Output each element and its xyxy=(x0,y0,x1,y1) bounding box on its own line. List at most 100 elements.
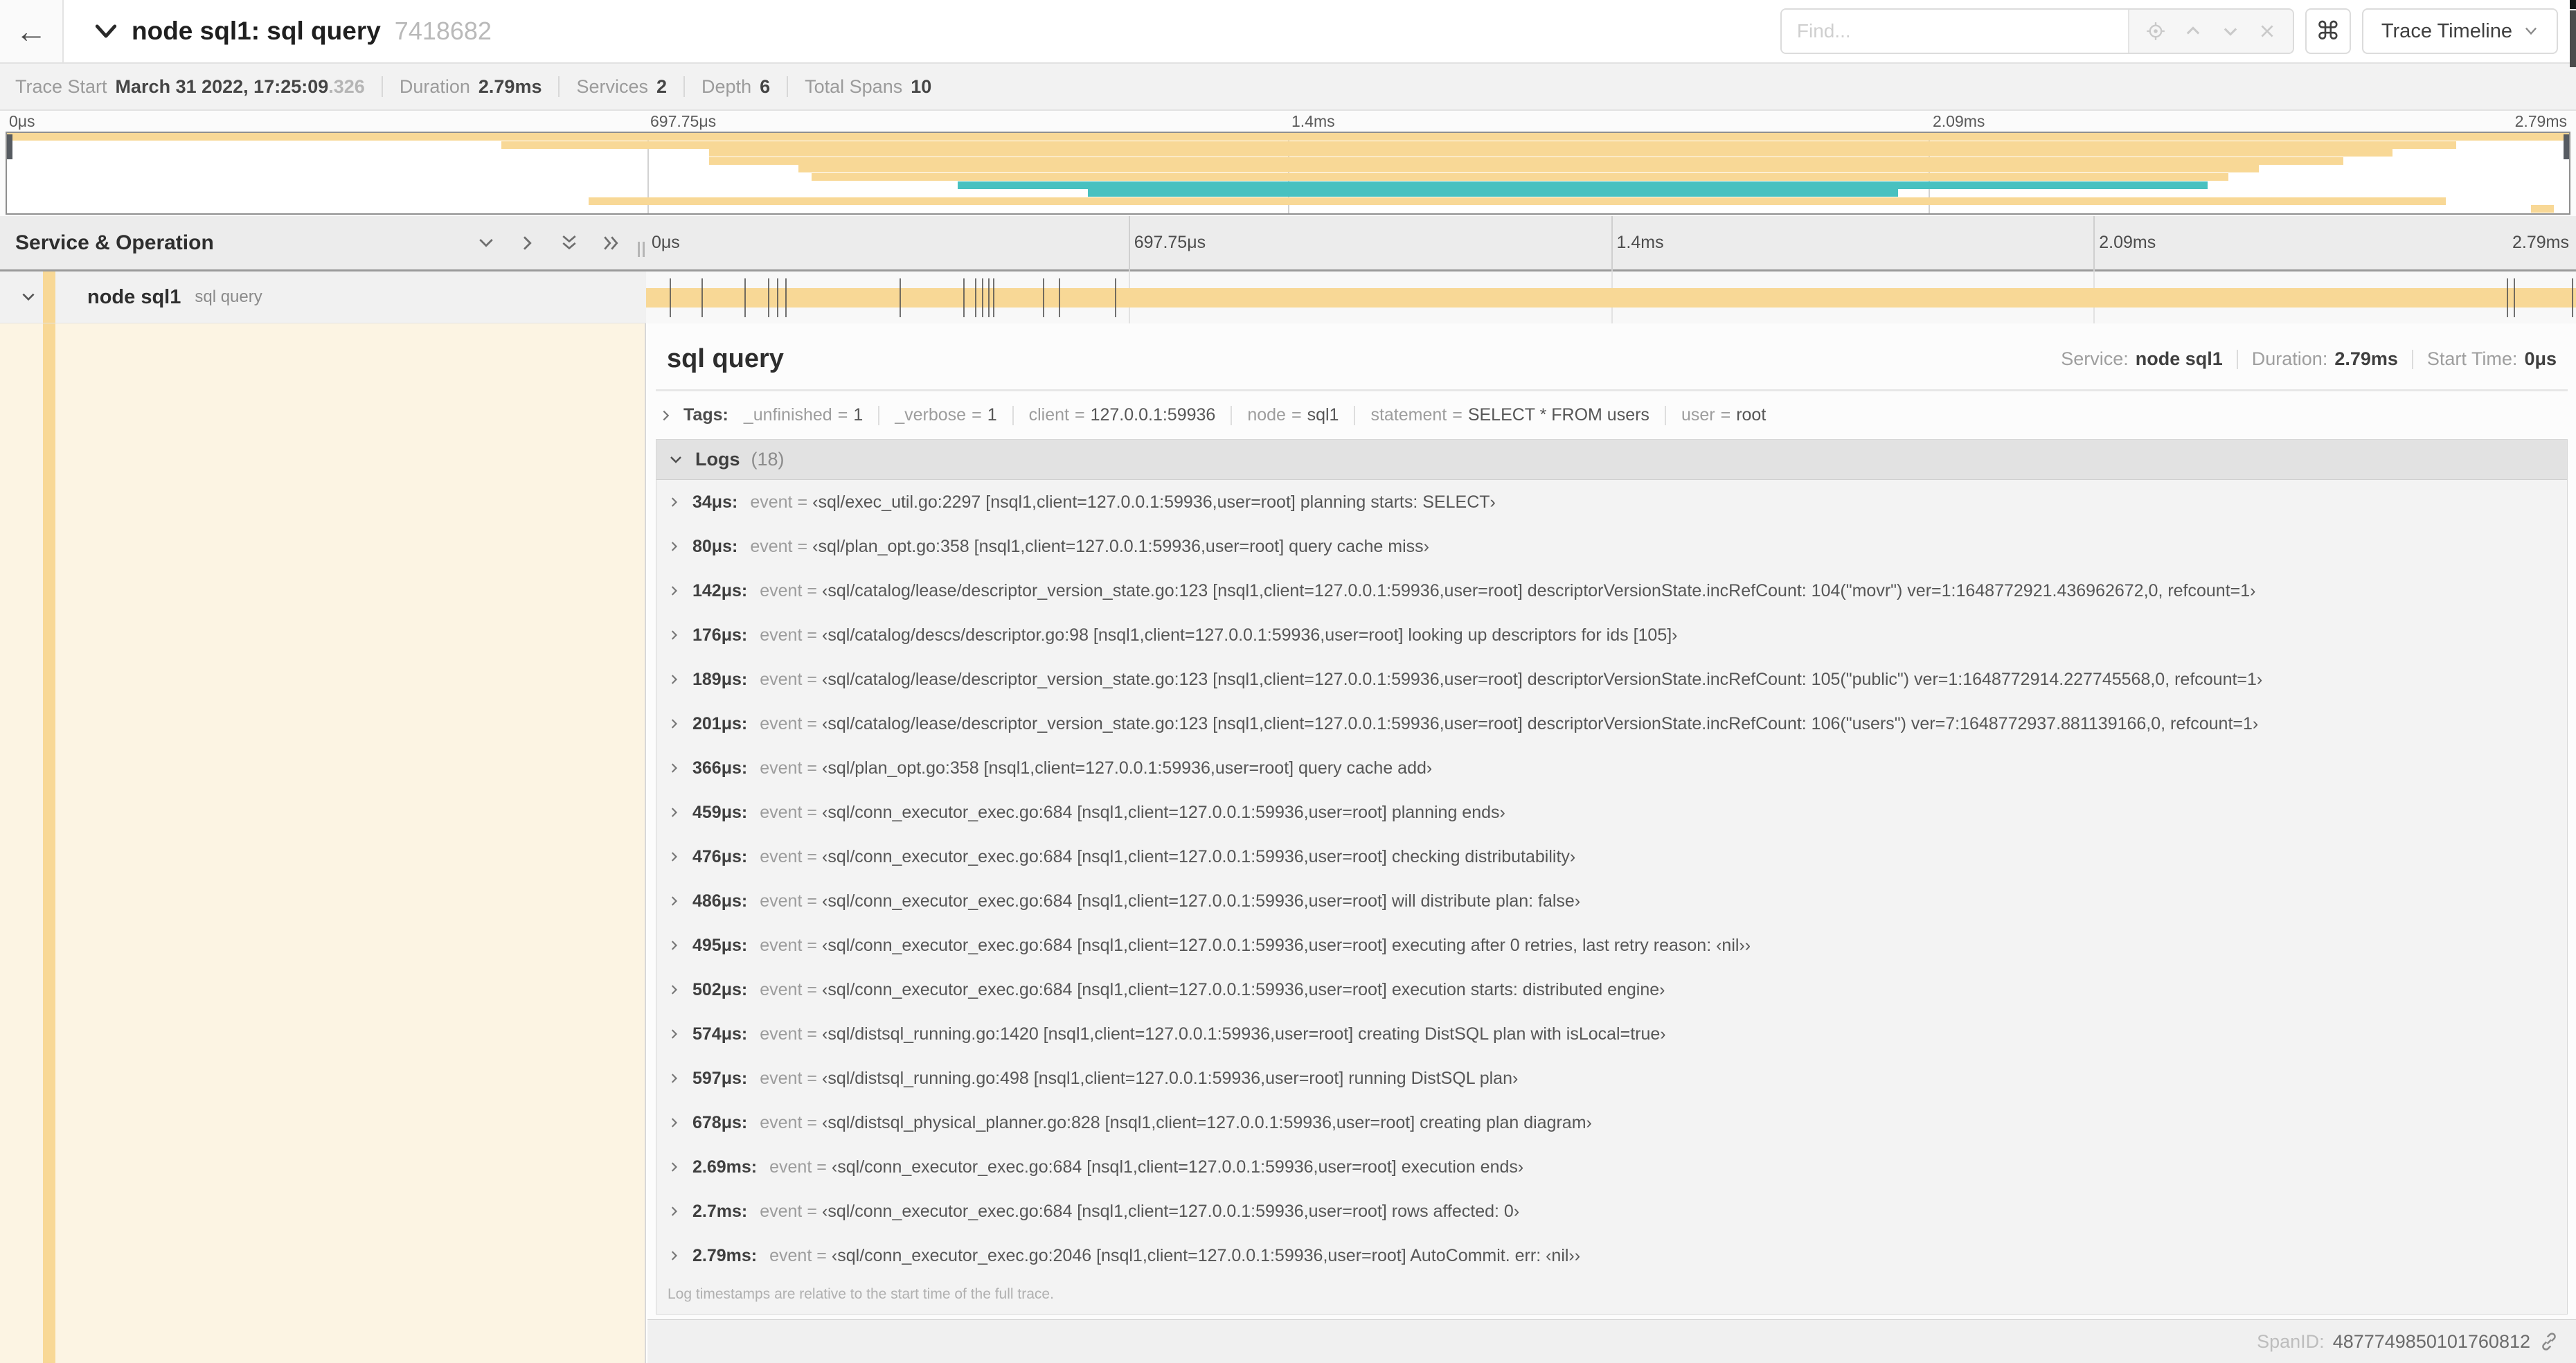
scrollbar-thumb[interactable] xyxy=(2570,10,2576,67)
log-row-chevron-icon[interactable] xyxy=(668,1027,681,1041)
log-equals: = xyxy=(797,536,808,556)
find-input[interactable] xyxy=(1781,10,2128,53)
span-collapse-chevron-icon[interactable] xyxy=(19,288,37,306)
tag-item[interactable]: user = root xyxy=(1681,405,1766,425)
log-field-key: event xyxy=(750,492,793,512)
log-row-chevron-icon[interactable] xyxy=(668,983,681,997)
column-resizer-grip[interactable] xyxy=(638,241,645,257)
log-row-chevron-icon[interactable] xyxy=(668,584,681,598)
log-row-chevron-icon[interactable] xyxy=(668,495,681,509)
log-message: ‹sql/conn_executor_exec.go:2046 [nsql1,c… xyxy=(831,1245,1581,1265)
view-range-right-handle[interactable] xyxy=(2564,134,2569,159)
focus-match-icon[interactable] xyxy=(2146,21,2165,41)
collapse-all-icon[interactable] xyxy=(559,233,580,253)
log-equals: = xyxy=(807,580,818,600)
log-timestamp: 495μs: xyxy=(692,935,748,955)
span-bar-cell[interactable] xyxy=(646,271,2576,323)
span-name-cell[interactable]: node sql1 sql query xyxy=(0,271,646,323)
log-message: ‹sql/catalog/lease/descriptor_version_st… xyxy=(822,713,2259,733)
minimap-span-bar xyxy=(811,173,2228,181)
minimap-canvas[interactable] xyxy=(6,132,2570,215)
log-row[interactable]: 678μs: event = ‹sql/distsql_physical_planne… xyxy=(656,1101,2567,1145)
keyboard-shortcuts-button[interactable]: ⌘ xyxy=(2305,8,2351,54)
log-row[interactable]: 201μs: event = ‹sql/catalog/lease/descripto… xyxy=(656,702,2567,746)
log-timestamp: 459μs: xyxy=(692,802,748,822)
summary-label: Depth xyxy=(701,75,752,97)
log-row[interactable]: 574μs: event = ‹sql/distsql_running.go:1420… xyxy=(656,1012,2567,1056)
log-row[interactable]: 189μs: event = ‹sql/catalog/lease/descripto… xyxy=(656,657,2567,702)
clear-search-icon[interactable] xyxy=(2258,22,2276,40)
tag-item[interactable]: _verbose = 1 xyxy=(895,405,996,425)
log-row[interactable]: 2.7ms: event = ‹sql/conn_executor_exec.go:6… xyxy=(656,1189,2567,1233)
log-row-chevron-icon[interactable] xyxy=(668,805,681,819)
trace-view-selector[interactable]: Trace Timeline xyxy=(2361,8,2558,54)
timeline-minimap[interactable]: 0μs 697.75μs 1.4ms 2.09ms 2.79ms xyxy=(0,111,2576,216)
prev-match-icon[interactable] xyxy=(2183,21,2203,41)
tag-item[interactable]: client = 127.0.0.1:59936 xyxy=(1029,405,1216,425)
log-message: ‹sql/distsql_running.go:498 [nsql1,clien… xyxy=(822,1068,1519,1088)
next-match-icon[interactable] xyxy=(2221,21,2240,41)
tag-item[interactable]: _unfinished = 1 xyxy=(744,405,863,425)
log-row-chevron-icon[interactable] xyxy=(668,1116,681,1130)
log-row[interactable]: 486μs: event = ‹sql/conn_executor_exec.go:6… xyxy=(656,879,2567,923)
log-row[interactable]: 142μs: event = ‹sql/catalog/lease/descripto… xyxy=(656,569,2567,613)
log-row[interactable]: 495μs: event = ‹sql/conn_executor_exec.go:6… xyxy=(656,923,2567,968)
tags-row[interactable]: Tags: _unfinished = 1 _verbose = 1 client = 127.… xyxy=(647,391,2576,436)
log-row[interactable]: 476μs: event = ‹sql/conn_executor_exec.go:6… xyxy=(656,835,2567,879)
log-row[interactable]: 366μs: event = ‹sql/plan_opt.go:358 [nsql1,… xyxy=(656,746,2567,790)
log-row[interactable]: 2.79ms: event = ‹sql/conn_executor_exec.go:… xyxy=(656,1233,2567,1278)
minimap-span-bar xyxy=(1088,189,1898,197)
page-scrollbar[interactable] xyxy=(2570,0,2576,1363)
collapse-trace-chevron-icon[interactable] xyxy=(94,22,118,40)
chevron-down-icon xyxy=(2523,26,2539,37)
minimap-tick-label: 2.79ms xyxy=(2514,112,2567,130)
logs-header[interactable]: Logs (18) xyxy=(656,440,2567,480)
minimap-tick-label: 1.4ms xyxy=(1291,112,1335,130)
log-row[interactable]: 597μs: event = ‹sql/distsql_running.go:498 … xyxy=(656,1056,2567,1101)
log-row-chevron-icon[interactable] xyxy=(668,1160,681,1174)
log-row-chevron-icon[interactable] xyxy=(668,938,681,952)
log-row[interactable]: 459μs: event = ‹sql/conn_executor_exec.go:6… xyxy=(656,790,2567,835)
view-range-left-handle[interactable] xyxy=(7,134,12,159)
log-row-chevron-icon[interactable] xyxy=(668,717,681,731)
log-field-key: event xyxy=(760,580,803,600)
log-row-chevron-icon[interactable] xyxy=(668,1071,681,1085)
log-row[interactable]: 176μs: event = ‹sql/catalog/descs/descripto… xyxy=(656,613,2567,657)
log-row-chevron-icon[interactable] xyxy=(668,894,681,908)
expand-one-icon[interactable] xyxy=(517,233,538,253)
log-message: ‹sql/plan_opt.go:358 [nsql1,client=127.0… xyxy=(822,758,1433,778)
copy-link-icon[interactable] xyxy=(2539,1331,2559,1352)
log-field-key: event xyxy=(769,1245,812,1265)
expand-all-icon[interactable] xyxy=(600,233,621,253)
minimap-span-bar xyxy=(708,149,2392,157)
log-message: ‹sql/distsql_physical_planner.go:828 [ns… xyxy=(822,1112,1592,1132)
log-row-chevron-icon[interactable] xyxy=(668,1204,681,1218)
log-equals: = xyxy=(807,669,818,689)
back-button[interactable]: ← xyxy=(0,0,64,62)
log-row[interactable]: 2.69ms: event = ‹sql/conn_executor_exec.go:… xyxy=(656,1145,2567,1189)
log-row-chevron-icon[interactable] xyxy=(668,761,681,775)
overview-item: Service: node sql1 xyxy=(2061,348,2223,370)
log-row-chevron-icon[interactable] xyxy=(668,850,681,864)
log-row-chevron-icon[interactable] xyxy=(668,1249,681,1263)
span-service-name: node sql1 xyxy=(87,285,181,308)
span-duration-bar[interactable] xyxy=(646,288,2576,308)
span-row[interactable]: node sql1 sql query xyxy=(0,271,2576,323)
log-row[interactable]: 34μs: event = ‹sql/exec_util.go:2297 [nsql1… xyxy=(656,480,2567,524)
span-detail-header: sql query Service: node sql1 Duration: 2.79… xyxy=(647,323,2576,389)
overview-value: 2.79ms xyxy=(2334,348,2398,369)
overview-separator xyxy=(2236,349,2238,369)
minimap-tick-labels: 0μs 697.75μs 1.4ms 2.09ms 2.79ms xyxy=(6,112,2570,132)
log-row[interactable]: 502μs: event = ‹sql/conn_executor_exec.go:6… xyxy=(656,968,2567,1012)
log-row-chevron-icon[interactable] xyxy=(668,628,681,642)
log-equals: = xyxy=(807,758,818,778)
log-row[interactable]: 80μs: event = ‹sql/plan_opt.go:358 [nsql1,c… xyxy=(656,524,2567,569)
tag-item[interactable]: node = sql1 xyxy=(1247,405,1339,425)
ruler-gridline xyxy=(2093,216,2095,271)
span-overview: Service: node sql1 Duration: 2.79ms Start Ti… xyxy=(2061,348,2557,370)
log-row-chevron-icon[interactable] xyxy=(668,540,681,553)
log-row-chevron-icon[interactable] xyxy=(668,672,681,686)
tag-item[interactable]: statement = SELECT * FROM users xyxy=(1370,405,1649,425)
collapse-one-icon[interactable] xyxy=(476,233,497,253)
summary-value: 2.79ms xyxy=(478,75,542,97)
